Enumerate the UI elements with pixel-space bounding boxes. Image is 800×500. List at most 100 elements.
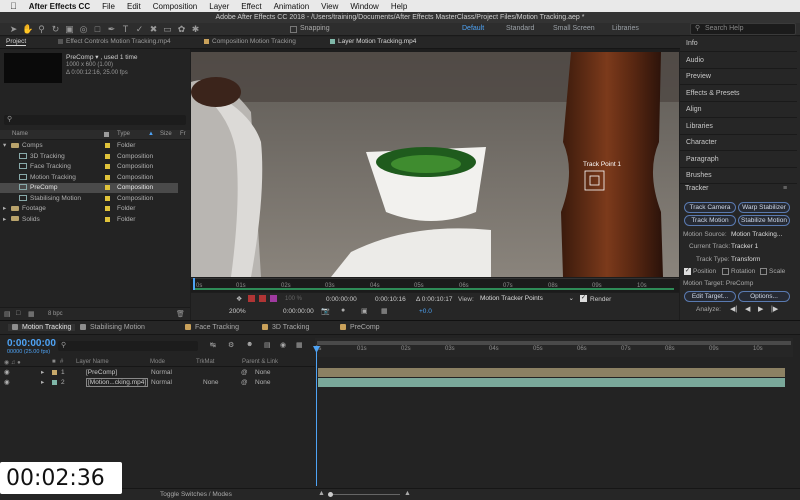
col-type[interactable]: Type [117,131,130,137]
rotate-tool-icon[interactable]: ↻ [50,24,61,35]
layer-trkmat-select[interactable]: None [203,378,219,387]
disclosure-triangle-icon[interactable]: ▸ [3,215,11,225]
position-checkbox[interactable]: ✓ [684,268,691,275]
viewer-time-out[interactable]: 0:00:10:16 [375,296,406,303]
snapping-checkbox[interactable] [290,26,297,33]
parent-pickwhip-icon[interactable]: @ [241,368,248,377]
timeline-tab-precomp[interactable]: PreComp [340,324,380,331]
col-size[interactable]: Size [160,131,172,137]
layer-bar-precomp[interactable] [318,368,785,377]
panel-character[interactable]: Character [680,135,797,151]
layer-name[interactable]: [PreComp] [86,368,117,377]
menu-effect[interactable]: Effect [241,2,261,11]
footage-viewer[interactable]: Track Point 1 [191,52,679,277]
viewer-time-current[interactable]: 0:00:00:00 [326,296,357,303]
label-color-swatch[interactable] [105,195,110,201]
layer-bar-footage[interactable] [318,378,785,387]
analyze-forward-icon[interactable]: ▶ [758,305,763,313]
menu-help[interactable]: Help [391,2,407,11]
menu-composition[interactable]: Composition [153,2,197,11]
region-of-interest-icon[interactable]: ▣ [361,307,368,315]
panel-audio[interactable]: Audio [680,52,797,69]
render-checkbox[interactable]: ✓ [580,295,587,302]
selection-tool-icon[interactable]: ➤ [8,24,19,35]
project-item-motion-tracking[interactable]: Motion Tracking Composition [0,173,178,183]
layer-parent-select[interactable]: None [255,368,271,377]
interpret-footage-icon[interactable]: ▤ [4,310,11,318]
menu-animation[interactable]: Animation [274,2,310,11]
panel-effects-presets[interactable]: Effects & Presets [680,85,797,102]
draft-3d-icon[interactable]: ⚙ [228,341,234,349]
apple-menu-icon[interactable]:  [10,1,17,11]
layer-parent-select[interactable]: None [255,378,271,387]
track-type-select[interactable]: Transform [731,256,760,263]
label-color-swatch[interactable] [105,216,110,222]
zoom-select[interactable]: 200% [229,308,246,315]
new-folder-icon[interactable]: □ [16,310,20,317]
zoom-in-icon[interactable]: ▲ [404,490,411,497]
hand-tool-icon[interactable]: ✋ [22,24,33,35]
timeline-tab-3d-tracking[interactable]: 3D Tracking [262,324,309,331]
show-channel-icon[interactable]: ● [341,307,345,314]
rectangle-tool-icon[interactable]: □ [92,24,103,35]
workspace-small-screen[interactable]: Small Screen [553,25,595,32]
label-color-swatch[interactable] [105,174,110,180]
zoom-slider-handle[interactable] [328,492,333,497]
graph-editor-icon[interactable]: ▦ [296,341,303,349]
layer-mode-select[interactable]: Normal [151,368,172,377]
layer-time-ruler[interactable] [191,278,679,292]
project-search-input[interactable]: ⚲ [4,115,186,125]
col-layer-name[interactable]: Layer Name [76,359,109,365]
tracker-menu-icon[interactable]: ≡ [783,185,787,192]
workspace-libraries[interactable]: Libraries [612,25,639,32]
menu-app[interactable]: After Effects CC [29,2,90,11]
workspace-standard[interactable]: Standard [506,25,534,32]
label-color-swatch[interactable] [105,185,110,190]
col-parent[interactable]: Parent & Link [242,359,278,365]
parent-pickwhip-icon[interactable]: @ [241,378,248,387]
analyze-back-one-icon[interactable]: ◀| [730,305,737,313]
timeline-search-input[interactable]: ⚲ [58,341,198,351]
scale-checkbox[interactable] [760,268,767,275]
edit-target-button[interactable]: Edit Target... [684,291,736,302]
label-color-swatch[interactable] [105,206,110,211]
menu-edit[interactable]: Edit [127,2,141,11]
zoom-out-icon[interactable]: ▲ [318,490,325,497]
panel-libraries[interactable]: Libraries [680,118,797,135]
current-time-display[interactable]: 0:00:00:00 [283,308,314,315]
track-camera-button[interactable]: Track Camera [684,202,736,213]
comp-mini-flowchart-icon[interactable]: ↹ [210,341,216,349]
project-item-precomp[interactable]: PreComp Composition [0,183,178,193]
tab-project[interactable]: Project [6,38,27,46]
timeline-timecode[interactable]: 0:00:00:00 [7,338,56,349]
pin-icon[interactable]: ❖ [236,295,242,303]
stabilize-motion-button[interactable]: Stabilize Motion [738,215,790,226]
disclosure-triangle-icon[interactable]: ▸ [3,204,11,214]
project-item-comps[interactable]: ▾ Comps Folder [0,141,178,151]
playhead-marker[interactable] [193,278,195,290]
col-name[interactable]: Name [12,131,28,137]
label-color-swatch[interactable] [105,153,110,159]
disclosure-triangle-icon[interactable]: ▾ [3,141,11,151]
panel-brushes[interactable]: Brushes [680,168,797,184]
timeline-layer-row[interactable]: ◉ ▸ 2 [Motion...cking.mp4] Normal None @ None [0,378,315,387]
clone-tool-icon[interactable]: ✖ [148,24,159,35]
pan-behind-tool-icon[interactable]: ◎ [78,24,89,35]
camera-tool-icon[interactable]: ▣ [64,24,75,35]
menu-window[interactable]: Window [350,2,378,11]
layer-mode-select[interactable]: Normal [151,378,172,387]
transparency-grid-icon[interactable]: ▦ [381,307,388,315]
panel-align[interactable]: Align [680,102,797,118]
zoom-tool-icon[interactable]: ⚲ [36,24,47,35]
label-color-swatch[interactable] [52,368,57,377]
options-button[interactable]: Options... [738,291,790,302]
sort-icon[interactable]: ▲ [148,131,154,137]
tab-effect-controls[interactable]: Effect Controls Motion Tracking.mp4 [58,38,171,45]
roto-tool-icon[interactable]: ✿ [176,24,187,35]
zoom-slider[interactable] [330,494,400,495]
pen-tool-icon[interactable]: ✒ [106,24,117,35]
col-mode[interactable]: Mode [150,359,165,365]
warp-stabilizer-button[interactable]: Warp Stabilizer [738,202,790,213]
mark-in-icon[interactable] [259,295,266,302]
search-help-input[interactable]: ⚲ Search Help [690,23,796,35]
